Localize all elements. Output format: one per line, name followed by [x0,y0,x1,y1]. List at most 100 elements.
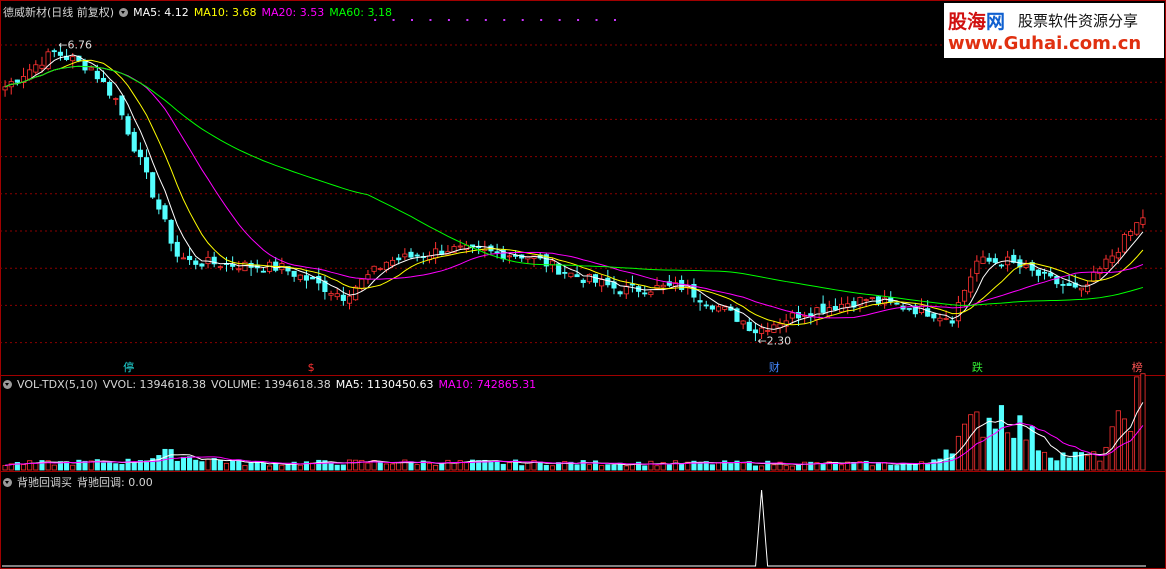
candle [863,299,869,301]
candle [943,318,949,320]
candle [94,70,100,80]
volume-bar [143,460,150,471]
candle [1134,222,1140,235]
stock-title[interactable]: 德威新材(日线 前复权) [3,6,114,19]
candle [931,313,937,319]
candle [143,157,150,173]
candle [1128,231,1134,236]
candle [51,50,57,53]
volume-bar [365,462,371,471]
signal-dot [577,19,580,21]
volume-bar [426,462,433,471]
candle [1048,272,1054,277]
volume-bar [1035,450,1041,471]
low-price-label: ←2.30 [757,334,791,347]
volume-bar [445,459,451,471]
volume-bar [334,464,340,471]
candle [131,131,137,152]
candle [193,260,199,265]
dropdown-icon[interactable] [3,380,12,389]
volume-bar [1072,451,1078,471]
candle [2,86,8,91]
candle [334,293,340,298]
volume-bar [605,464,611,471]
dropdown-icon[interactable] [119,8,129,17]
volume-bar [986,417,992,471]
volume-bar [789,465,795,471]
volume-bar [125,458,131,471]
candle [1091,271,1097,282]
volume-bar [611,464,617,471]
candle [70,56,76,62]
volume-bar [1029,426,1035,471]
candle [1041,271,1048,274]
volume-bar [888,464,894,471]
candle [494,251,500,254]
volume-bar [70,464,76,471]
volume-bar [740,462,746,471]
candle [82,60,88,71]
ma20-readout: MA20: 3.53 [261,6,325,19]
signal-dot [558,19,561,21]
event-marker: $ [308,361,315,374]
volume-bar [377,462,383,471]
volume-bar [537,461,543,471]
volume-bar [119,464,125,471]
candle [562,272,568,274]
vvol-readout: VVOL: 1394618.38 [102,378,207,391]
candle [33,64,39,73]
candle [845,303,851,308]
candle [968,276,974,293]
volume-bar [1048,457,1054,471]
volume-bar [672,460,679,471]
event-marker: 榜 [1132,360,1143,374]
volume-bar [230,460,236,471]
volume-bar [390,463,396,471]
ma60-line [4,65,1144,306]
volume-bar [519,465,525,471]
candle [113,98,119,100]
volume-bar [254,461,260,471]
volume-bar [543,464,549,471]
volume-bar [223,462,230,471]
signal-dot [595,19,598,21]
volume-bar [654,465,660,471]
ma60-readout: MA60: 3.18 [329,6,392,19]
volume-bar [974,411,980,471]
candle [906,308,912,310]
candle [39,64,45,69]
signal-dot [521,19,524,21]
volume-bar [549,465,556,471]
indicator-name[interactable]: 背驰回调买 [17,476,72,489]
volume-bar [346,459,353,471]
watermark-logo: 股海网 股票软件资源分享 www.Guhai.com.cn [944,3,1164,58]
candle [383,261,389,271]
watermark-slogan: 股票软件资源分享 [1018,12,1139,30]
candle [174,241,180,257]
volume-bar [752,465,758,471]
volume-bar [1103,446,1109,471]
volume-bar [771,464,777,471]
candle [709,305,715,310]
candle [365,274,371,280]
dropdown-icon[interactable] [3,478,12,487]
volume-bar [992,428,998,471]
volume-bar [728,463,734,471]
watermark-brand: 股海网 [948,11,1006,33]
volume-bar [463,461,469,471]
candle [746,321,752,332]
candle [310,276,316,280]
volume-bar [242,464,248,471]
candle [703,304,709,307]
volume-bar [820,463,826,471]
volume-bar [340,464,346,471]
candle [642,292,648,295]
volume-bar [648,460,654,471]
volume-header: VOL-TDX(5,10) VVOL: 1394618.38 VOLUME: 139… [3,378,541,391]
volume-bar [20,464,27,471]
volume-bar [679,463,685,471]
volume-indicator-name[interactable]: VOL-TDX(5,10) [17,378,98,391]
candle [1109,255,1115,263]
candle [137,149,143,158]
candle [759,327,765,334]
